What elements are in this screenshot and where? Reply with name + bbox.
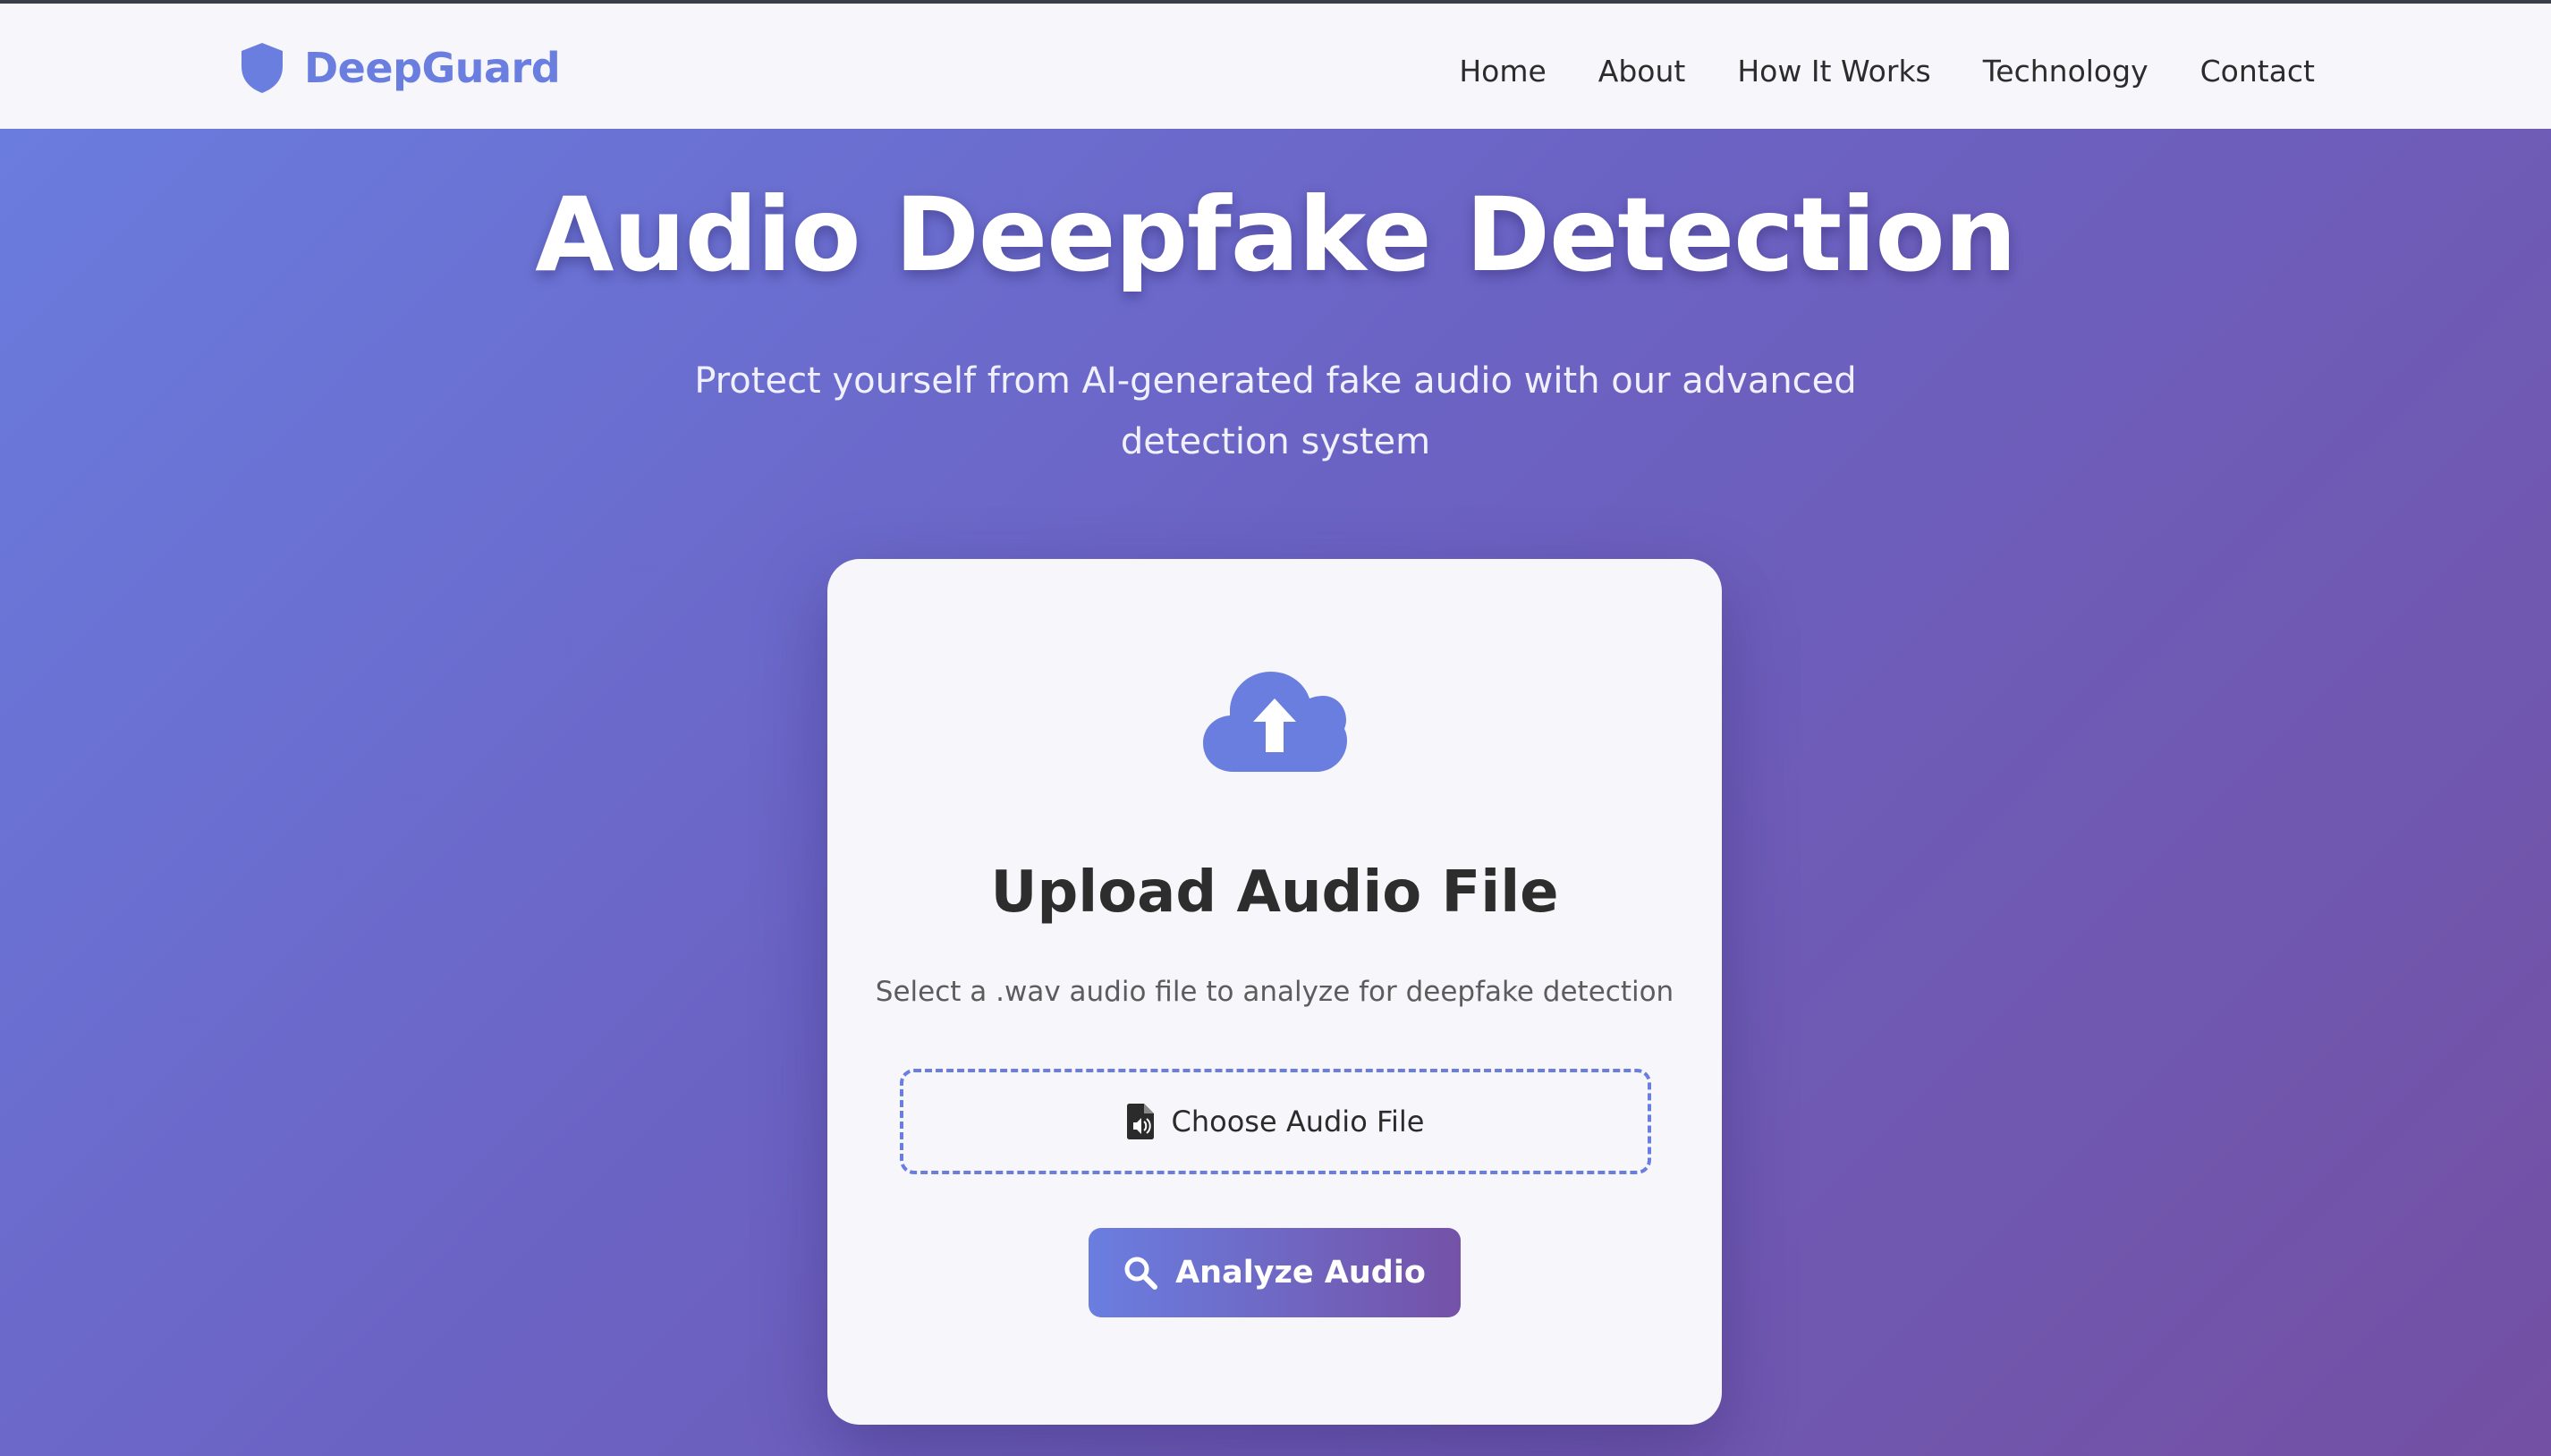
upload-title: Upload Audio File bbox=[990, 859, 1559, 926]
nav-link-contact[interactable]: Contact bbox=[2200, 54, 2315, 89]
nav-link-home[interactable]: Home bbox=[1459, 54, 1546, 89]
brand-name: DeepGuard bbox=[304, 44, 561, 92]
choose-audio-file-label: Choose Audio File bbox=[1171, 1105, 1425, 1139]
nav-link-technology[interactable]: Technology bbox=[1983, 54, 2148, 89]
nav-link-how-it-works[interactable]: How It Works bbox=[1737, 54, 1930, 89]
hero-subtitle-line-2: detection system bbox=[1120, 421, 1431, 462]
hero-title: Audio Deepfake Detection bbox=[535, 175, 2017, 294]
shield-icon bbox=[242, 43, 283, 93]
hero-subtitle: Protect yourself from AI-generated fake … bbox=[694, 351, 1857, 472]
nav-menu: Home About How It Works Technology Conta… bbox=[1459, 48, 2315, 93]
brand-logo[interactable]: DeepGuard bbox=[238, 39, 561, 97]
upload-card: Upload Audio File Select a .wav audio fi… bbox=[827, 559, 1722, 1425]
cloud-upload-icon bbox=[1203, 672, 1347, 772]
audio-file-icon bbox=[1126, 1104, 1154, 1139]
upload-description: Select a .wav audio file to analyze for … bbox=[875, 976, 1674, 1008]
analyze-audio-button[interactable]: Analyze Audio bbox=[1089, 1228, 1461, 1317]
choose-audio-file-button[interactable]: Choose Audio File bbox=[900, 1069, 1651, 1174]
analyze-audio-label: Analyze Audio bbox=[1175, 1255, 1426, 1291]
nav-link-about[interactable]: About bbox=[1598, 54, 1686, 89]
hero-subtitle-line-1: Protect yourself from AI-generated fake … bbox=[694, 360, 1857, 402]
navbar: DeepGuard Home About How It Works Techno… bbox=[0, 4, 2551, 129]
search-icon bbox=[1124, 1257, 1158, 1290]
